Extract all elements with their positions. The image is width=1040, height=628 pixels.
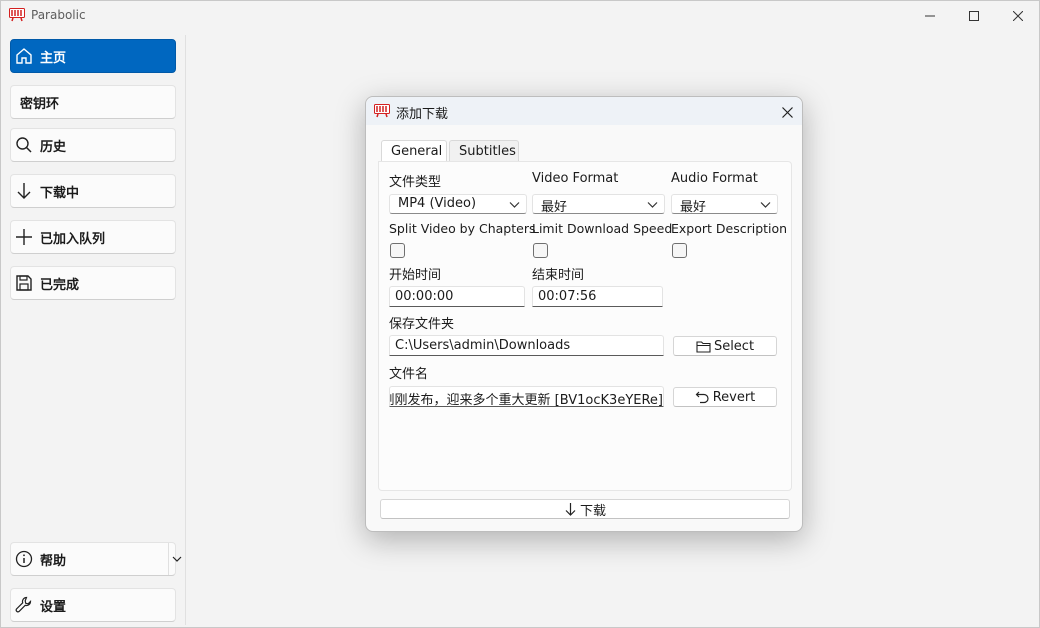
minimize-button[interactable] <box>907 1 953 31</box>
split-chapters-checkbox[interactable] <box>390 243 405 258</box>
download-button-label: 下载 <box>579 503 606 519</box>
download-arrow-icon <box>14 181 34 201</box>
limit-speed-label: Limit Download Speed <box>532 221 673 236</box>
home-icon <box>14 46 34 66</box>
download-arrow-icon <box>565 503 576 516</box>
minimize-icon <box>925 15 935 17</box>
sidebar-item-downloading[interactable]: 下载中 <box>10 174 176 208</box>
audio-format-select[interactable]: 最好 <box>671 194 778 215</box>
end-time-label: 结束时间 <box>532 268 585 283</box>
start-time-label: 开始时间 <box>389 268 442 283</box>
sidebar-item-settings[interactable]: 设置 <box>10 588 176 622</box>
revert-label: Revert <box>712 389 756 405</box>
sidebar-item-history[interactable]: 历史 <box>10 128 176 162</box>
file-name-value: 欢刚刚发布，迎来多个重大更新 [BV1ocK3eYERe] <box>389 393 663 407</box>
maximize-button[interactable] <box>951 1 997 31</box>
window-title: Parabolic <box>31 8 86 22</box>
search-icon <box>14 135 34 155</box>
start-time-input[interactable]: 00:00:00 <box>389 286 525 307</box>
app-window: Parabolic 主页 密钥环 历史 下载中 已加入队列 已完成 帮助 设置 … <box>0 0 1040 628</box>
chevron-down-icon <box>760 202 771 208</box>
export-description-label: Export Description <box>671 221 788 236</box>
help-expand-button[interactable] <box>169 543 185 575</box>
close-window-button[interactable] <box>995 1 1040 31</box>
sidebar-divider <box>185 35 186 625</box>
file-type-select[interactable]: MP4 (Video) <box>389 194 527 214</box>
chevron-down-icon <box>509 202 520 208</box>
app-logo-icon <box>374 104 390 118</box>
sidebar-item-queued[interactable]: 已加入队列 <box>10 220 176 254</box>
save-icon <box>14 273 34 293</box>
close-icon <box>1013 11 1023 21</box>
tab-subtitles[interactable]: Subtitles <box>449 140 519 162</box>
sidebar-item-home[interactable]: 主页 <box>10 39 176 73</box>
tab-general[interactable]: General <box>381 140 447 162</box>
download-button[interactable]: 下载 <box>380 499 790 519</box>
sidebar-item-label: 下载中 <box>40 185 80 201</box>
sidebar-item-label: 已加入队列 <box>40 231 106 247</box>
sidebar-item-completed[interactable]: 已完成 <box>10 266 176 300</box>
video-format-select[interactable]: 最好 <box>532 194 665 215</box>
plus-icon <box>14 227 34 247</box>
split-chapters-label: Split Video by Chapters <box>389 221 536 236</box>
folder-icon <box>696 340 711 353</box>
wrench-icon <box>14 595 34 615</box>
dialog-title-bar: 添加下载 <box>366 97 802 125</box>
file-name-input[interactable]: 欢刚刚发布，迎来多个重大更新 [BV1ocK3eYERe] <box>389 386 664 407</box>
dialog-title: 添加下载 <box>396 107 449 122</box>
video-format-value: 最好 <box>541 200 568 215</box>
info-icon <box>14 549 34 569</box>
sidebar-item-label: 帮助 <box>40 553 67 569</box>
file-type-label: 文件类型 <box>389 175 442 190</box>
save-folder-label: 保存文件夹 <box>389 317 455 332</box>
sidebar-item-label: 主页 <box>40 50 67 66</box>
export-description-checkbox[interactable] <box>672 243 687 258</box>
select-folder-button[interactable]: Select <box>673 336 777 356</box>
limit-speed-checkbox[interactable] <box>533 243 548 258</box>
sidebar-item-label: 历史 <box>40 139 67 155</box>
select-folder-label: Select <box>713 338 755 354</box>
video-format-label: Video Format <box>532 171 619 186</box>
add-download-dialog: 添加下载 General Subtitles 文件类型 Video Format… <box>365 96 803 532</box>
file-type-value: MP4 (Video) <box>398 196 477 211</box>
app-logo-icon <box>9 8 25 22</box>
end-time-input[interactable]: 00:07:56 <box>532 286 663 307</box>
sidebar-item-help[interactable]: 帮助 <box>10 542 182 576</box>
chevron-down-icon <box>172 556 182 562</box>
sidebar-item-label: 设置 <box>40 599 67 615</box>
dialog-close-button[interactable] <box>776 101 798 123</box>
close-icon <box>781 106 793 118</box>
sidebar-item-keyring[interactable]: 密钥环 <box>10 85 176 119</box>
undo-icon <box>695 391 709 404</box>
maximize-icon <box>969 11 979 21</box>
revert-button[interactable]: Revert <box>673 387 777 407</box>
title-bar: Parabolic <box>1 1 1039 31</box>
sidebar: 主页 密钥环 历史 下载中 已加入队列 已完成 帮助 设置 <box>1 31 185 628</box>
file-name-label: 文件名 <box>389 367 429 382</box>
chevron-down-icon <box>647 202 658 208</box>
audio-format-label: Audio Format <box>671 171 758 186</box>
save-folder-input[interactable]: C:\Users\admin\Downloads <box>389 335 664 356</box>
sidebar-item-label: 已完成 <box>40 277 80 293</box>
sidebar-item-label: 密钥环 <box>20 96 60 112</box>
audio-format-value: 最好 <box>680 200 707 215</box>
